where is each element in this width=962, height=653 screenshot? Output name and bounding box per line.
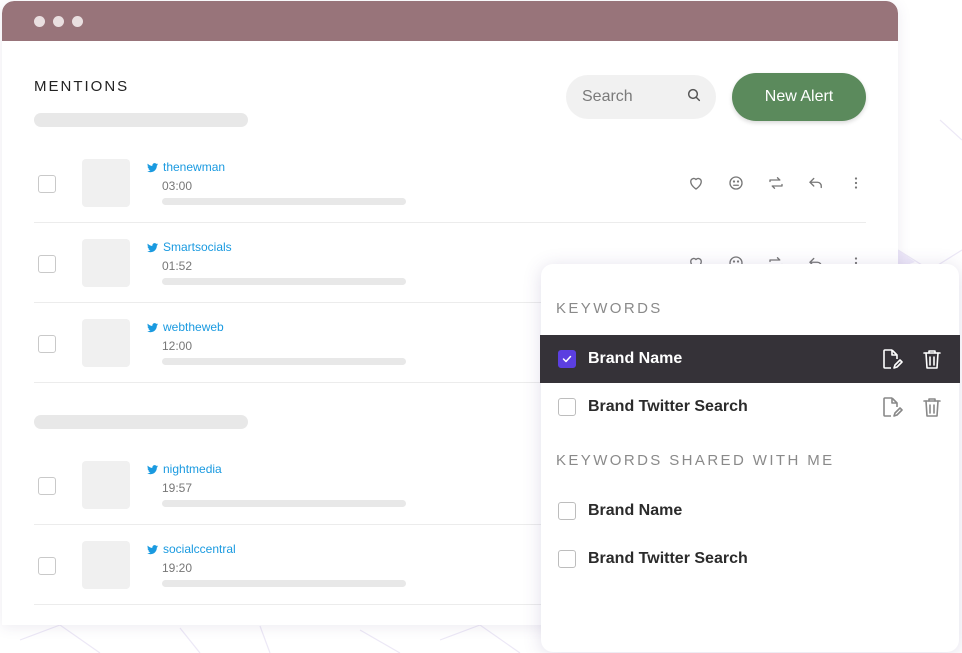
avatar xyxy=(82,541,130,589)
title-bar xyxy=(2,1,898,41)
twitter-icon xyxy=(147,464,158,474)
group-header-placeholder xyxy=(34,113,248,127)
check-icon xyxy=(562,355,572,363)
search-input[interactable] xyxy=(582,88,678,106)
search-icon[interactable] xyxy=(686,87,702,108)
text-placeholder xyxy=(162,198,406,205)
mention-handle[interactable]: nightmedia xyxy=(146,462,222,476)
emoji-icon[interactable] xyxy=(726,173,746,193)
trash-icon[interactable] xyxy=(920,347,944,371)
text-placeholder xyxy=(162,358,406,365)
window-minimize-dot[interactable] xyxy=(53,15,64,27)
keyword-checkbox[interactable] xyxy=(558,550,576,568)
trash-icon[interactable] xyxy=(920,395,944,419)
handle-text[interactable]: socialccentral xyxy=(163,542,236,556)
mention-checkbox[interactable] xyxy=(38,477,56,495)
group-header-placeholder xyxy=(34,415,248,429)
keyword-label: Brand Name xyxy=(588,502,683,519)
mention-time: 03:00 xyxy=(162,179,193,193)
mention-handle[interactable]: webtheweb xyxy=(146,320,224,334)
search-box[interactable] xyxy=(566,75,716,119)
edit-file-icon[interactable] xyxy=(879,347,903,371)
heart-icon[interactable] xyxy=(686,173,706,193)
handle-text[interactable]: nightmedia xyxy=(163,462,222,476)
keyword-checkbox[interactable] xyxy=(558,398,576,416)
mention-checkbox[interactable] xyxy=(38,335,56,353)
mention-row[interactable]: thenewman 03:00 xyxy=(34,143,866,223)
more-vertical-icon[interactable] xyxy=(846,173,866,193)
text-placeholder xyxy=(162,278,406,285)
window-maximize-dot[interactable] xyxy=(72,15,83,27)
mention-time: 12:00 xyxy=(162,339,193,353)
keyword-checkbox-checked[interactable] xyxy=(558,350,576,368)
avatar xyxy=(82,159,130,207)
mention-handle[interactable]: thenewman xyxy=(146,160,225,174)
keyword-label: Brand Name xyxy=(588,350,683,367)
keyword-label: Brand Twitter Search xyxy=(588,550,748,567)
mention-handle[interactable]: Smartsocials xyxy=(146,240,232,254)
reply-icon[interactable] xyxy=(806,173,826,193)
new-alert-button[interactable]: New Alert xyxy=(732,73,866,121)
mention-handle[interactable]: socialccentral xyxy=(146,542,236,556)
keyword-row[interactable]: Brand Twitter Search xyxy=(540,383,960,431)
text-placeholder xyxy=(162,500,406,507)
mention-checkbox[interactable] xyxy=(38,557,56,575)
twitter-icon xyxy=(147,162,158,172)
mention-checkbox[interactable] xyxy=(38,175,56,193)
retweet-icon[interactable] xyxy=(766,173,786,193)
shared-keywords-title: KEYWORDS SHARED WITH ME xyxy=(556,452,835,469)
avatar xyxy=(82,239,130,287)
mention-time: 01:52 xyxy=(162,259,193,273)
window-close-dot[interactable] xyxy=(34,15,45,27)
handle-text[interactable]: webtheweb xyxy=(163,320,224,334)
handle-text[interactable]: thenewman xyxy=(163,160,225,174)
keyword-checkbox[interactable] xyxy=(558,502,576,520)
handle-text[interactable]: Smartsocials xyxy=(163,240,232,254)
keyword-row-selected[interactable]: Brand Name xyxy=(540,335,960,383)
mention-checkbox[interactable] xyxy=(38,255,56,273)
mention-time: 19:20 xyxy=(162,561,193,575)
shared-keyword-row[interactable]: Brand Name xyxy=(540,487,960,535)
twitter-icon xyxy=(147,242,158,252)
avatar xyxy=(82,319,130,367)
page-title: MENTIONS xyxy=(34,78,130,95)
avatar xyxy=(82,461,130,509)
text-placeholder xyxy=(162,580,406,587)
shared-keyword-row[interactable]: Brand Twitter Search xyxy=(540,535,960,583)
edit-file-icon[interactable] xyxy=(879,395,903,419)
keywords-title: KEYWORDS xyxy=(556,300,663,317)
keyword-label: Brand Twitter Search xyxy=(588,398,748,415)
twitter-icon xyxy=(147,322,158,332)
row-actions xyxy=(686,173,866,193)
mention-time: 19:57 xyxy=(162,481,193,495)
twitter-icon xyxy=(147,544,158,554)
keywords-panel: KEYWORDS Brand Name Brand Twitter Search… xyxy=(540,264,960,652)
